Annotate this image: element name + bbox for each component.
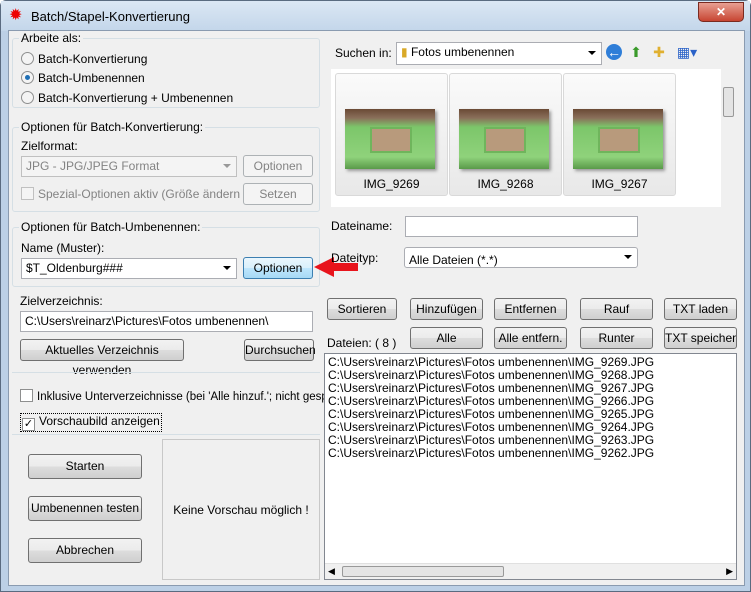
scroll-left-icon[interactable]: ◀ <box>328 565 335 578</box>
folder-icon: ▮ <box>401 45 408 59</box>
radio-label: Batch-Konvertierung + Umbenennen <box>38 91 234 105</box>
thumbnail-item[interactable]: IMG_9267 <box>563 73 676 196</box>
window-title: Batch/Stapel-Konvertierung <box>31 9 190 24</box>
checkbox-icon <box>21 187 34 200</box>
add-button[interactable]: Hinzufügen <box>410 298 483 320</box>
filename-input[interactable] <box>405 216 638 237</box>
filetype-value: Alle Dateien (*.*) <box>409 253 498 267</box>
file-count-label: Dateien: ( 8 ) <box>327 336 397 350</box>
subdirs-label: Inklusive Unterverzeichnisse (bei 'Alle … <box>37 391 335 403</box>
start-button[interactable]: Starten <box>28 454 142 479</box>
divider <box>12 372 320 373</box>
radio-icon <box>21 52 34 65</box>
set-button[interactable]: Setzen <box>243 183 313 205</box>
horizontal-scrollbar[interactable]: ◀ ▶ <box>325 563 736 579</box>
window: ✹ Batch/Stapel-Konvertierung ✕ Arbeite a… <box>0 0 751 592</box>
use-current-dir-button[interactable]: Aktuelles Verzeichnis verwenden <box>20 339 184 377</box>
mode-legend: Arbeite als: <box>19 31 84 45</box>
target-legend: Zielverzeichnis: <box>20 294 103 308</box>
pattern-value: $T_Oldenburg### <box>26 261 123 275</box>
radio-batch-rename[interactable]: Batch-Umbenennen <box>21 71 145 85</box>
list-item[interactable]: C:\Users\reinarz\Pictures\Fotos umbenenn… <box>328 447 733 460</box>
app-icon: ✹ <box>9 7 23 24</box>
checkbox-icon <box>20 389 33 402</box>
thumbnail-label: IMG_9268 <box>477 177 534 191</box>
format-label: Zielformat: <box>21 139 78 153</box>
filename-label: Dateiname: <box>331 219 393 233</box>
close-button[interactable]: ✕ <box>698 2 744 22</box>
sort-button[interactable]: Sortieren <box>327 298 397 320</box>
divider <box>12 434 320 435</box>
radio-selected-icon <box>21 71 34 84</box>
look-in-value: Fotos umbenennen <box>410 45 515 59</box>
include-subdirs-checkbox[interactable]: Inklusive Unterverzeichnisse (bei 'Alle … <box>20 389 335 403</box>
target-path-input[interactable]: C:\Users\reinarz\Pictures\Fotos umbenenn… <box>20 311 313 332</box>
format-value: JPG - JPG/JPEG Format <box>26 159 160 173</box>
thumbnail-label: IMG_9269 <box>363 177 420 191</box>
pattern-label: Name (Muster): <box>21 241 105 255</box>
convert-legend: Optionen für Batch-Konvertierung: <box>19 120 206 134</box>
rename-legend: Optionen für Batch-Umbenennen: <box>19 220 203 234</box>
vertical-scrollbar[interactable] <box>721 69 736 207</box>
special-options-checkbox[interactable]: Spezial-Optionen aktiv (Größe ändern etc… <box>21 187 267 201</box>
no-preview-text: Keine Vorschau möglich ! <box>173 502 309 517</box>
special-label: Spezial-Optionen aktiv (Größe ändern etc… <box>38 187 267 201</box>
radio-label: Batch-Konvertierung <box>38 52 148 66</box>
chevron-down-icon <box>223 266 231 270</box>
scroll-right-icon[interactable]: ▶ <box>726 565 733 578</box>
look-in-label: Suchen in: <box>335 46 392 60</box>
scrollbar-thumb[interactable] <box>723 87 734 117</box>
thumbnail-item[interactable]: IMG_9268 <box>449 73 562 196</box>
convert-group: Optionen für Batch-Konvertierung: Zielfo… <box>12 120 320 212</box>
show-preview-checkbox[interactable]: ✓ Vorschaubild anzeigen <box>20 413 162 432</box>
scrollbar-thumb[interactable] <box>342 566 504 577</box>
filetype-select[interactable]: Alle Dateien (*.*) <box>404 247 638 268</box>
thumbnail-view[interactable]: IMG_9269 IMG_9268 IMG_9267 <box>331 69 736 207</box>
thumbnail-label: IMG_9267 <box>591 177 648 191</box>
chevron-down-icon <box>588 51 596 55</box>
filetype-label: Dateityp: <box>331 251 379 265</box>
view-menu-icon[interactable]: ▦▾ <box>675 44 699 60</box>
chevron-down-icon <box>624 255 632 259</box>
pattern-combo[interactable]: $T_Oldenburg### <box>21 258 237 279</box>
remove-button[interactable]: Entfernen <box>494 298 567 320</box>
browse-button[interactable]: Durchsuchen <box>244 339 316 361</box>
back-icon[interactable]: ← <box>606 44 622 60</box>
move-down-button[interactable]: Runter <box>580 327 653 349</box>
client-area: Arbeite als: Batch-Konvertierung Batch-U… <box>8 30 745 586</box>
remove-all-button[interactable]: Alle entfern. <box>494 327 567 349</box>
photo-thumbnail <box>459 109 549 169</box>
format-select[interactable]: JPG - JPG/JPEG Format <box>21 156 237 177</box>
chevron-down-icon <box>223 164 231 168</box>
add-all-button[interactable]: Alle hinzufüg. <box>410 327 483 365</box>
rename-options-button[interactable]: Optionen <box>243 257 313 279</box>
target-group: Zielverzeichnis: C:\Users\reinarz\Pictur… <box>12 294 320 377</box>
thumbnail-item[interactable]: IMG_9269 <box>335 73 448 196</box>
new-folder-icon[interactable]: ✚ <box>651 44 667 60</box>
title-bar: ✹ Batch/Stapel-Konvertierung ✕ <box>1 1 750 31</box>
mode-group: Arbeite als: Batch-Konvertierung Batch-U… <box>12 31 320 108</box>
checkmark-icon: ✓ <box>22 418 35 431</box>
preview-panel: Keine Vorschau möglich ! <box>162 439 320 580</box>
convert-options-button[interactable]: Optionen <box>243 155 313 177</box>
preview-label: Vorschaubild anzeigen <box>39 414 160 428</box>
radio-batch-convert[interactable]: Batch-Konvertierung <box>21 52 147 66</box>
file-list[interactable]: C:\Users\reinarz\Pictures\Fotos umbenenn… <box>324 353 737 580</box>
rename-group: Optionen für Batch-Umbenennen: Name (Mus… <box>12 220 320 287</box>
save-txt-button[interactable]: TXT speichern <box>664 327 737 349</box>
test-rename-button[interactable]: Umbenennen testen <box>28 496 142 521</box>
radio-icon <box>21 91 34 104</box>
up-folder-icon[interactable]: ⬆ <box>628 44 644 60</box>
radio-convert-rename[interactable]: Batch-Konvertierung + Umbenennen <box>21 91 233 105</box>
look-in-combo[interactable]: ▮ Fotos umbenennen <box>396 42 602 65</box>
photo-thumbnail <box>345 109 435 169</box>
load-txt-button[interactable]: TXT laden <box>664 298 737 320</box>
move-up-button[interactable]: Rauf <box>580 298 653 320</box>
cancel-button[interactable]: Abbrechen <box>28 538 142 563</box>
radio-label: Batch-Umbenennen <box>38 71 145 85</box>
photo-thumbnail <box>573 109 663 169</box>
